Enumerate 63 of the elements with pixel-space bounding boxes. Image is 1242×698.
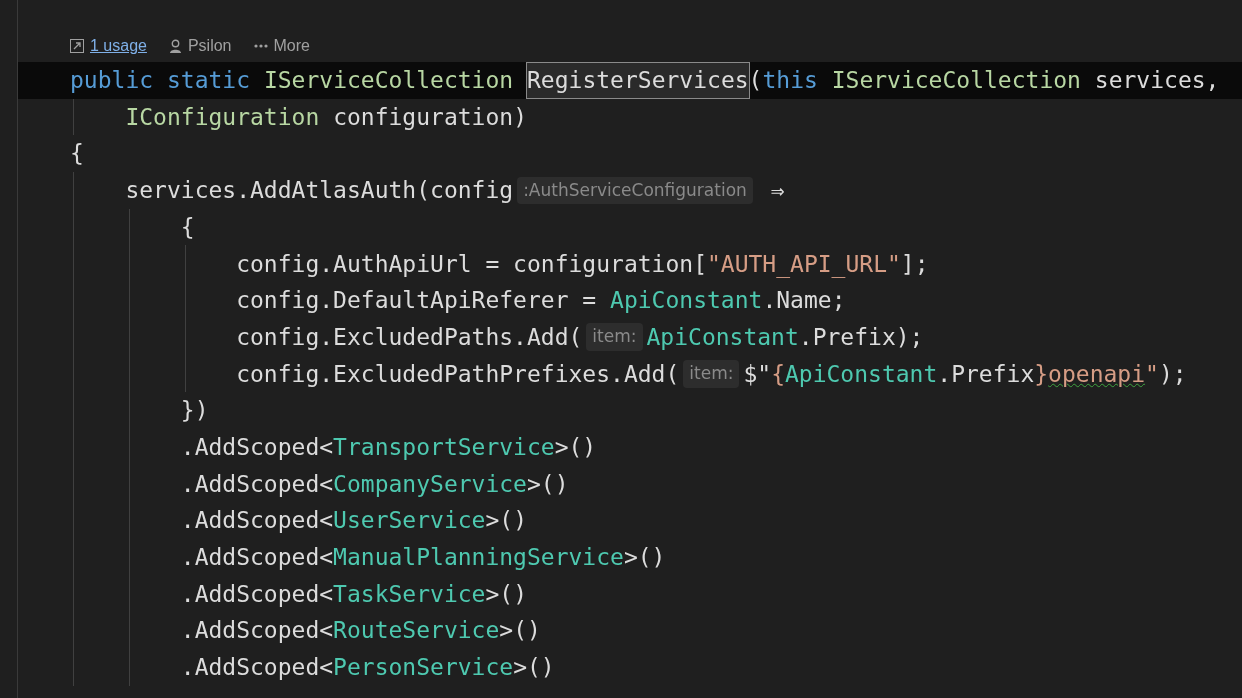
code-token: ]; (900, 249, 929, 279)
code-token: ( (748, 66, 763, 96)
person-icon (168, 38, 182, 54)
reference-icon (70, 39, 84, 53)
inlay-hint: :AuthServiceConfiguration (517, 176, 753, 205)
code-token: .Prefix (937, 359, 1035, 389)
author-label[interactable]: Psilon (168, 34, 232, 58)
code-token: .AddScoped< (180, 543, 334, 573)
code-token: .Name; (762, 286, 846, 316)
code-token: { (771, 359, 785, 389)
code-token: { (70, 139, 84, 169)
code-token: .AddScoped< (180, 432, 334, 462)
code-token: >() (554, 432, 597, 462)
code-token: config.AuthApiUrl = configuration[ (236, 249, 707, 279)
code-token: .AddScoped< (180, 506, 334, 536)
code-token: "AUTH_API_URL" (707, 249, 901, 280)
code-token: public (70, 66, 154, 96)
code-token: >() (513, 653, 555, 683)
code-token: ApiConstant (646, 322, 799, 352)
code-token: IServiceCollection (831, 66, 1081, 96)
code-token: .AddScoped< (180, 653, 334, 683)
code-token: this (762, 66, 818, 96)
code-token: services.AddAtlasAuth(config (125, 176, 514, 206)
code-token: .Prefix); (798, 322, 924, 352)
code-token: .AddScoped< (180, 469, 334, 499)
code-token: >() (485, 579, 527, 609)
code-token: openapi (1048, 359, 1146, 389)
inlay-hint: item: (683, 360, 740, 388)
code-token: ⇒ (770, 176, 785, 206)
code-token: RegisterServices (527, 63, 749, 98)
code-token: configuration) (333, 102, 527, 132)
code-token: }) (180, 396, 209, 426)
code-token: PersonService (333, 653, 514, 683)
code-token: ApiConstant (785, 359, 938, 389)
code-token: IServiceCollection (263, 66, 514, 96)
code-token: ManualPlanningService (333, 543, 624, 573)
code-token: TransportService (333, 432, 555, 462)
code-token: static (166, 66, 251, 96)
code-token: IConfiguration (125, 102, 320, 132)
code-token: } (1034, 359, 1049, 389)
code-token: UserService (333, 506, 486, 536)
code-token: ApiConstant (610, 286, 763, 316)
code-token: " (1145, 359, 1159, 389)
code-token: >() (527, 469, 569, 499)
code-token: config.ExcludedPaths.Add( (236, 322, 583, 352)
code-token: RouteService (333, 616, 500, 646)
code-token: TaskService (333, 579, 486, 609)
usages-link[interactable]: 1 usage (70, 34, 147, 58)
code-token: .AddScoped< (180, 616, 334, 646)
code-token: >() (623, 543, 666, 573)
code-token: $" (743, 359, 772, 389)
code-token: >() (499, 616, 541, 646)
code-token: .AddScoped< (180, 579, 334, 609)
code-token: config.DefaultApiReferer = (236, 286, 597, 316)
ellipsis-icon (253, 44, 268, 48)
inlay-hint: item: (586, 323, 643, 351)
code-token: config.ExcludedPathPrefixes.Add( (236, 359, 680, 389)
code-token: ); (1158, 359, 1187, 389)
code-token: services, (1094, 66, 1220, 96)
more-button[interactable]: More (253, 34, 310, 58)
code-token: >() (485, 506, 527, 536)
code-token: CompanyService (333, 469, 527, 499)
code-token: { (180, 212, 195, 242)
